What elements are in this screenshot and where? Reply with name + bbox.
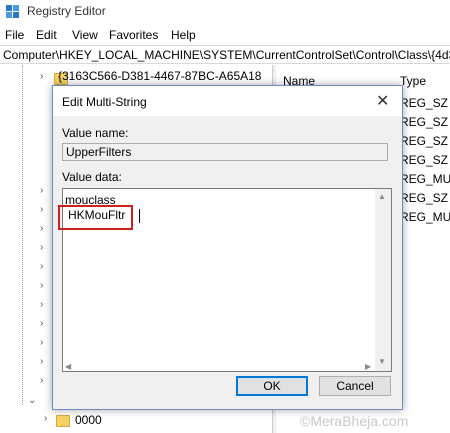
scroll-left-arrow-icon[interactable]: ◀ [65, 362, 71, 371]
cancel-button[interactable]: Cancel [319, 376, 391, 396]
scroll-down-arrow-icon[interactable]: ▼ [378, 357, 386, 366]
edit-multi-string-dialog: Edit Multi-String ✕ Value name: UpperFil… [52, 85, 403, 410]
chevron-right-icon[interactable]: › [40, 71, 43, 82]
menu-view[interactable]: View [72, 28, 98, 42]
watermark: ©MeraBheja.com [300, 413, 409, 429]
list-item-type: REG_SZ [400, 96, 449, 110]
chevron-right-icon[interactable]: › [40, 242, 43, 253]
menu-favorites[interactable]: Favorites [109, 28, 158, 42]
tree-guide-line [22, 65, 23, 405]
chevron-right-icon[interactable]: › [40, 375, 43, 386]
list-item-type: REG_MUL [400, 210, 450, 224]
chevron-right-icon[interactable]: › [40, 356, 43, 367]
value-name-field[interactable]: UpperFilters [62, 143, 388, 161]
scroll-up-arrow-icon[interactable]: ▲ [378, 192, 386, 201]
value-name-label: Value name: [62, 126, 129, 140]
text-caret [139, 209, 140, 223]
dialog-title: Edit Multi-String [62, 95, 147, 109]
folder-icon [56, 415, 70, 427]
list-item-type: REG_SZ [400, 115, 449, 129]
chevron-right-icon[interactable]: › [40, 280, 43, 291]
column-header-type[interactable]: Type [400, 74, 426, 88]
chevron-right-icon[interactable]: › [40, 318, 43, 329]
list-item-type: REG_SZ [400, 191, 449, 205]
chevron-right-icon[interactable]: › [40, 185, 43, 196]
vertical-scrollbar[interactable] [375, 189, 391, 371]
list-item-type: REG_SZ [400, 153, 449, 167]
value-data-label: Value data: [62, 170, 122, 184]
chevron-right-icon[interactable]: › [40, 299, 43, 310]
tree-item-child-key[interactable]: 0000 [75, 413, 102, 427]
ok-button[interactable]: OK [236, 376, 308, 396]
list-item-type: REG_SZ [400, 134, 449, 148]
tree-item-selected-key[interactable]: {3163C566-D381-4467-87BC-A65A18 [58, 69, 261, 83]
annotation-highlight-box [58, 205, 133, 230]
address-bar[interactable]: Computer\HKEY_LOCAL_MACHINE\SYSTEM\Curre… [0, 45, 450, 64]
menu-bar [0, 26, 450, 44]
chevron-right-icon[interactable]: › [40, 337, 43, 348]
list-item-type: REG_MUL [400, 172, 450, 186]
chevron-right-icon[interactable]: › [40, 261, 43, 272]
scroll-right-arrow-icon[interactable]: ▶ [365, 362, 371, 371]
chevron-right-icon[interactable]: › [44, 413, 47, 424]
window-title: Registry Editor [27, 4, 106, 18]
close-icon[interactable]: ✕ [376, 91, 389, 111]
chevron-right-icon[interactable]: › [40, 204, 43, 215]
menu-edit[interactable]: Edit [36, 28, 57, 42]
menu-file[interactable]: File [5, 28, 24, 42]
value-data-textarea[interactable]: mouclass HKMouFltr ▲ ▼ ◀ ▶ [58, 188, 392, 372]
menu-help[interactable]: Help [171, 28, 196, 42]
registry-editor-icon [6, 5, 19, 18]
chevron-right-icon[interactable]: › [40, 223, 43, 234]
chevron-down-icon[interactable]: ⌄ [28, 395, 36, 406]
